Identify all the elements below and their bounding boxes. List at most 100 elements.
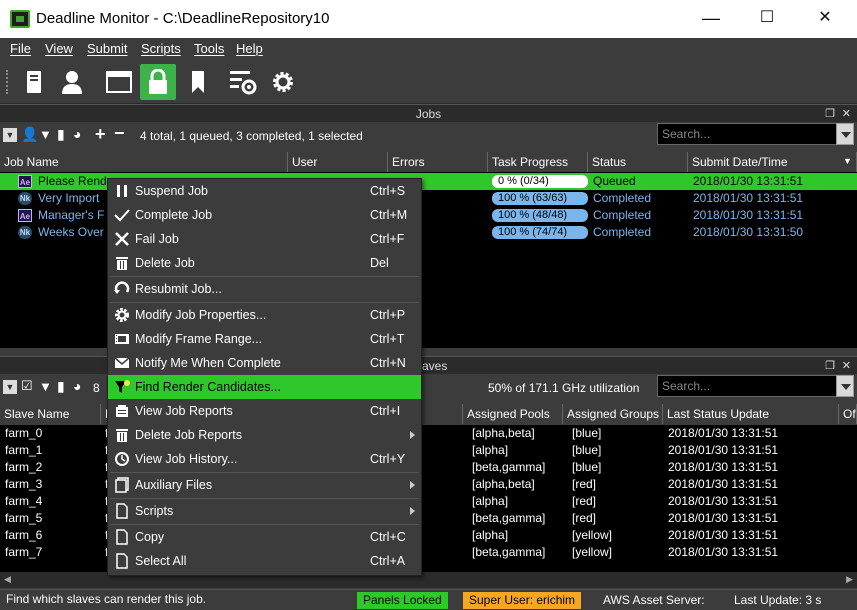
menu-item-delete-job-reports[interactable]: Delete Job Reports [108,423,421,447]
menu-item-select-all[interactable]: Select All Ctrl+A [108,549,421,573]
panel-restore-icon[interactable]: ❐ [825,105,835,123]
col-assigned-pools[interactable]: Assigned Pools [463,404,563,424]
gear-icon[interactable] [265,64,301,100]
menu-item-auxiliary-files[interactable]: Auxiliary Files [108,473,421,497]
user-filter-icon[interactable]: 👤 [21,126,38,143]
menu-view[interactable]: View [45,41,73,56]
menu-item-label: Notify Me When Complete [135,356,281,370]
checkbox-filter-icon[interactable]: ☑ [21,378,33,394]
panels-locked-badge[interactable]: Panels Locked [357,592,448,609]
pie-chart-icon[interactable]: ◕ [73,378,81,394]
slave-list-icon[interactable] [16,64,52,100]
panel-close-icon[interactable]: ✕ [842,105,851,123]
menu-item-complete-job[interactable]: Complete Job Ctrl+M [108,203,421,227]
jobs-search-input[interactable]: Search... [657,123,837,145]
remove-icon[interactable]: − [114,123,125,144]
panel-close-icon[interactable]: ✕ [842,357,851,375]
assigned-groups-cell: [red] [572,494,597,508]
filter-icon[interactable]: ▼ [39,379,52,394]
menu-help[interactable]: Help [236,41,263,56]
bookmark-icon[interactable] [180,64,216,100]
x-icon [114,231,130,247]
slave-name-cell: farm_2 [5,460,43,474]
menu-item-view-job-history[interactable]: View Job History... Ctrl+Y [108,447,421,471]
menu-submit[interactable]: Submit [87,41,127,56]
jobs-summary: 4 total, 1 queued, 3 completed, 1 select… [140,129,363,143]
jobs-panel-title: Jobs [415,107,442,121]
col-job-name[interactable]: Job Name [0,152,288,172]
menu-item-label: Delete Job [135,256,195,270]
assigned-pools-cell: [alpha] [472,443,509,457]
bookmark-icon[interactable]: ▮ [57,126,65,143]
close-button[interactable]: ✕ [797,0,853,38]
assigned-groups-cell: [blue] [572,443,602,457]
col-submit-date[interactable]: Submit Date/Time [688,152,857,172]
pie-chart-icon[interactable]: ◕ [73,126,81,142]
panel-restore-icon[interactable]: ❐ [825,357,835,375]
col-user[interactable]: User [288,152,388,172]
col-last-status-update[interactable]: Last Status Update [663,404,839,424]
dropdown-icon[interactable]: ▼ [3,380,17,394]
status-cell: Completed [593,191,652,205]
submenu-arrow-icon [410,431,415,439]
scroll-right-icon[interactable]: ▶ [846,574,853,585]
menu-item-label: Fail Job [135,232,179,246]
settings-list-icon[interactable] [225,64,261,100]
nuke-icon: Nk [18,192,32,205]
bookmark-icon[interactable]: ▮ [57,378,65,395]
col-status[interactable]: Status [588,152,688,172]
menu-tools[interactable]: Tools [194,41,224,56]
dropdown-icon[interactable]: ▼ [3,128,17,142]
menu-item-resubmit-job[interactable]: Resubmit Job... [108,277,421,301]
title-bar: Deadline Monitor - C:\DeadlineRepository… [0,0,857,38]
menu-item-label: Delete Job Reports [135,428,243,442]
scroll-left-icon[interactable]: ◀ [4,574,11,585]
col-task-progress[interactable]: Task Progress [488,152,588,172]
menu-item-suspend-job[interactable]: Suspend Job Ctrl+S [108,179,421,203]
col-assigned-groups[interactable]: Assigned Groups [563,404,663,424]
gear-icon [114,307,130,323]
col-slave-name[interactable]: Slave Name [0,404,101,424]
menu-item-copy[interactable]: Copy Ctrl+C [108,525,421,549]
menu-item-modify-frame-range[interactable]: Modify Frame Range... Ctrl+T [108,327,421,351]
add-icon[interactable]: + [95,124,106,145]
jobs-search-dropdown[interactable] [836,123,854,145]
toolbar-grip[interactable] [6,70,10,94]
menu-item-scripts[interactable]: Scripts [108,499,421,523]
slaves-search-input[interactable]: Search... [657,375,837,397]
slaves-search-dropdown[interactable] [836,375,854,397]
slave-name-cell: farm_7 [5,545,43,559]
menu-item-view-job-reports[interactable]: View Job Reports Ctrl+I [108,399,421,423]
sort-icon: ▼ [843,156,852,166]
window-icon[interactable] [101,64,137,100]
super-user-badge[interactable]: Super User: erichim [463,592,582,609]
user-icon[interactable] [54,64,90,100]
last-status-update-cell: 2018/01/30 13:31:51 [668,545,779,559]
menu-item-find-render-candidates[interactable]: Find Render Candidates... [108,375,421,399]
assigned-groups-cell: [yellow] [572,528,613,542]
last-update: Last Update: 3 s [734,593,822,607]
menu-item-modify-job-properties[interactable]: Modify Job Properties... Ctrl+P [108,303,421,327]
last-status-update-cell: 2018/01/30 13:31:51 [668,528,779,542]
menu-file[interactable]: File [10,41,31,56]
menu-item-label: Select All [135,554,187,568]
filter-icon[interactable]: ▼ [39,127,52,142]
menu-item-delete-job[interactable]: Delete Job Del [108,251,421,275]
col-errors[interactable]: Errors [388,152,488,172]
menu-item-label: Modify Job Properties... [135,308,267,322]
col-of[interactable]: Of [839,404,857,424]
maximize-button[interactable]: ☐ [739,0,795,38]
menu-item-shortcut: Ctrl+I [370,404,401,418]
app-icon [10,10,30,28]
film-icon [114,331,130,347]
menu-item-shortcut: Ctrl+F [370,232,405,246]
minimize-button[interactable]: — [683,0,739,38]
filter-icon [114,379,130,395]
menu-bar: File View Submit Scripts Tools Help [0,38,857,60]
lock-icon[interactable] [140,64,176,100]
task-progress-bar: 100 % (74/74) [492,226,588,239]
menu-item-notify-me-when-complete[interactable]: Notify Me When Complete Ctrl+N [108,351,421,375]
menu-item-label: Auxiliary Files [135,478,213,492]
menu-item-fail-job[interactable]: Fail Job Ctrl+F [108,227,421,251]
menu-scripts[interactable]: Scripts [141,41,181,56]
